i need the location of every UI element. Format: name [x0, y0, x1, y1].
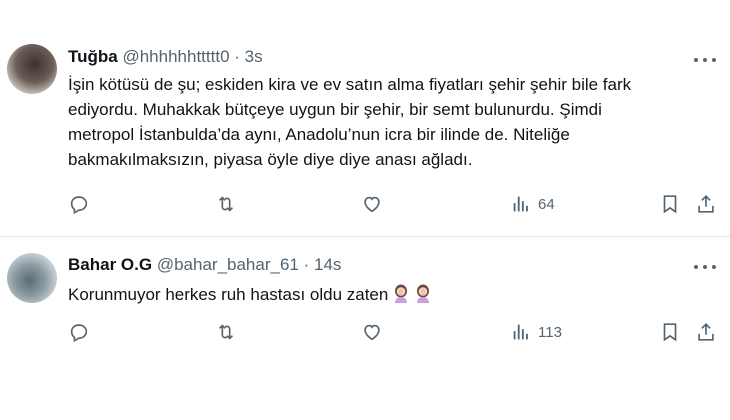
woman-facepalming-emoji-icon [417, 284, 430, 303]
heart-icon [364, 324, 380, 341]
tweet-header: Tuğba @hhhhhhttttt0 · 3s [68, 47, 263, 67]
more-dots-icon[interactable] [694, 260, 716, 274]
view-count: 113 [538, 323, 562, 341]
retweet-icon [218, 196, 234, 212]
views-chart-icon [513, 196, 528, 212]
bookmark-icon [663, 195, 677, 214]
share-button[interactable] [695, 321, 717, 343]
tweet-header: Bahar O.G @bahar_bahar_61 · 14s [68, 255, 341, 275]
separator: · [234, 47, 240, 66]
reply-button[interactable] [68, 193, 90, 215]
display-name[interactable]: Tuğba [68, 47, 118, 66]
like-button[interactable] [361, 321, 383, 343]
tweet-text-container: Korunmuyor herkes ruh hastası oldu zaten [68, 282, 718, 307]
reply-icon [70, 196, 88, 215]
bookmark-icon [663, 323, 677, 342]
reply-icon [70, 324, 88, 343]
tweet-text: İşin kötüsü de şu; eskiden kira ve ev sa… [68, 75, 632, 169]
tweet-actions: 113 [0, 321, 730, 347]
user-handle[interactable]: @hhhhhhttttt0 [122, 47, 229, 66]
views-button[interactable]: 113 [510, 321, 562, 343]
views-button[interactable]: 64 [510, 193, 555, 215]
like-button[interactable] [361, 193, 383, 215]
timestamp[interactable]: 3s [245, 47, 263, 66]
bookmark-button[interactable] [659, 321, 681, 343]
display-name[interactable]: Bahar O.G [68, 255, 152, 274]
retweet-icon [218, 324, 234, 340]
share-icon [698, 195, 714, 213]
tweet-actions: 64 [0, 193, 730, 219]
user-handle[interactable]: @bahar_bahar_61 [157, 255, 299, 274]
avatar[interactable] [7, 253, 57, 303]
tweet-feed: Tuğba @hhhhhhttttt0 · 3s İşin kötüsü de … [0, 0, 730, 420]
bookmark-button[interactable] [659, 193, 681, 215]
retweet-button[interactable] [215, 193, 237, 215]
timestamp[interactable]: 14s [314, 255, 341, 274]
woman-facepalming-emoji-icon [395, 284, 408, 303]
retweet-button[interactable] [215, 321, 237, 343]
views-chart-icon [513, 324, 528, 340]
view-count: 64 [538, 195, 555, 213]
share-icon [698, 323, 714, 341]
more-dots-icon[interactable] [694, 53, 716, 67]
tweet[interactable]: Tuğba @hhhhhhttttt0 · 3s İşin kötüsü de … [0, 0, 730, 237]
avatar[interactable] [7, 44, 57, 94]
separator: · [303, 255, 310, 274]
tweet-text: Korunmuyor herkes ruh hastası oldu zaten [68, 285, 389, 304]
heart-icon [364, 196, 380, 213]
reply-button[interactable] [68, 321, 90, 343]
share-button[interactable] [695, 193, 717, 215]
tweet[interactable]: Bahar O.G @bahar_bahar_61 · 14s Korunmuy… [0, 237, 730, 420]
